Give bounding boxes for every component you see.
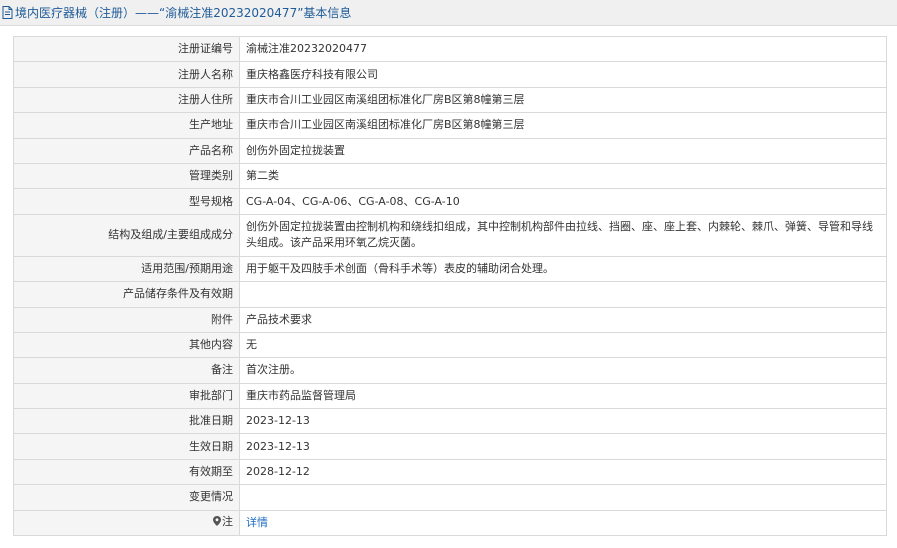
row-value: 2023-12-13	[239, 408, 887, 435]
table-row: 管理类别 第二类	[13, 162, 887, 190]
document-icon	[2, 6, 13, 19]
row-value: 渝械注准20232020477	[239, 35, 887, 63]
row-value: 创伤外固定拉拢装置	[239, 137, 887, 164]
table-row: 其他内容无	[13, 331, 887, 359]
row-label: 审批部门	[13, 382, 240, 410]
table-row: 结构及组成/主要组成成分 创伤外固定拉拢装置由控制机构和绕线扣组成，其中控制机构部…	[13, 213, 887, 257]
table-row: 型号规格 CG-A-04、CG-A-06、CG-A-08、CG-A-10	[13, 188, 887, 215]
table-row: 生产地址 重庆市合川工业园区南溪组团标准化厂房B区第8幢第三层	[13, 112, 887, 139]
row-value: 重庆市药品监督管理局	[239, 382, 887, 410]
row-label: 生产地址	[13, 112, 240, 139]
row-value: 无	[239, 331, 887, 359]
row-label: 变更情况	[13, 484, 240, 511]
page-header: 境内医疗器械（注册）——“渝械注准20232020477”基本信息	[0, 0, 897, 26]
row-label: 产品名称	[13, 137, 240, 164]
row-value: 2028-12-12	[239, 458, 887, 486]
table-row: 审批部门 重庆市药品监督管理局	[13, 382, 887, 410]
row-label: 结构及组成/主要组成成分	[13, 213, 240, 257]
note-label: 注	[222, 515, 233, 529]
row-label: 适用范围/预期用途	[13, 255, 240, 283]
table-row: 产品储存条件及有效期	[13, 281, 887, 308]
table-row: 备注 首次注册。	[13, 357, 887, 384]
row-label: 生效日期	[13, 433, 240, 460]
row-value	[239, 281, 887, 308]
table-row: 批准日期 2023-12-13	[13, 408, 887, 435]
row-label: 产品储存条件及有效期	[13, 281, 240, 308]
row-label: 附件	[13, 306, 240, 333]
note-value-cell: 详情	[239, 509, 887, 537]
registration-info-table: 注册证编号 渝械注准20232020477 注册人名称 重庆格鑫医疗科技有限公司 注…	[13, 35, 887, 537]
table-row: 有效期至 2028-12-12	[13, 458, 887, 486]
row-value: 重庆市合川工业园区南溪组团标准化厂房B区第8幢第三层	[239, 112, 887, 139]
row-value: 首次注册。	[239, 357, 887, 384]
table-row: 附件 产品技术要求	[13, 306, 887, 333]
row-value	[239, 484, 887, 511]
table-row: 变更情况	[13, 484, 887, 511]
location-pin-icon	[213, 515, 221, 531]
details-link[interactable]: 详情	[246, 516, 268, 529]
table-row: 适用范围/预期用途 用于躯干及四肢手术创面（骨科手术等）表皮的辅助闭合处理。	[13, 255, 887, 283]
row-label: 管理类别	[13, 162, 240, 190]
row-value: 2023-12-13	[239, 433, 887, 460]
row-label: 有效期至	[13, 458, 240, 486]
row-value: 重庆格鑫医疗科技有限公司	[239, 61, 887, 88]
note-row: 注 详情	[13, 509, 887, 537]
row-value: 重庆市合川工业园区南溪组团标准化厂房B区第8幢第三层	[239, 86, 887, 114]
table-row: 产品名称 创伤外固定拉拢装置	[13, 137, 887, 164]
row-label: 注册证编号	[13, 35, 240, 63]
row-value: 用于躯干及四肢手术创面（骨科手术等）表皮的辅助闭合处理。	[239, 255, 887, 283]
table-row: 注册人名称 重庆格鑫医疗科技有限公司	[13, 61, 887, 88]
row-label: 注册人名称	[13, 61, 240, 88]
row-value: CG-A-04、CG-A-06、CG-A-08、CG-A-10	[239, 188, 887, 215]
row-value: 第二类	[239, 162, 887, 190]
table-row: 注册证编号 渝械注准20232020477	[13, 35, 887, 63]
page-title: 境内医疗器械（注册）——“渝械注准20232020477”基本信息	[15, 6, 352, 20]
table-row: 注册人住所 重庆市合川工业园区南溪组团标准化厂房B区第8幢第三层	[13, 86, 887, 114]
row-value: 产品技术要求	[239, 306, 887, 333]
row-label: 其他内容	[13, 331, 240, 359]
row-label: 备注	[13, 357, 240, 384]
table-row: 生效日期 2023-12-13	[13, 433, 887, 460]
row-label: 注册人住所	[13, 86, 240, 114]
note-label-cell: 注	[13, 509, 240, 537]
row-value: 创伤外固定拉拢装置由控制机构和绕线扣组成，其中控制机构部件由拉线、挡圈、座、座上…	[239, 213, 887, 257]
row-label: 批准日期	[13, 408, 240, 435]
row-label: 型号规格	[13, 188, 240, 215]
